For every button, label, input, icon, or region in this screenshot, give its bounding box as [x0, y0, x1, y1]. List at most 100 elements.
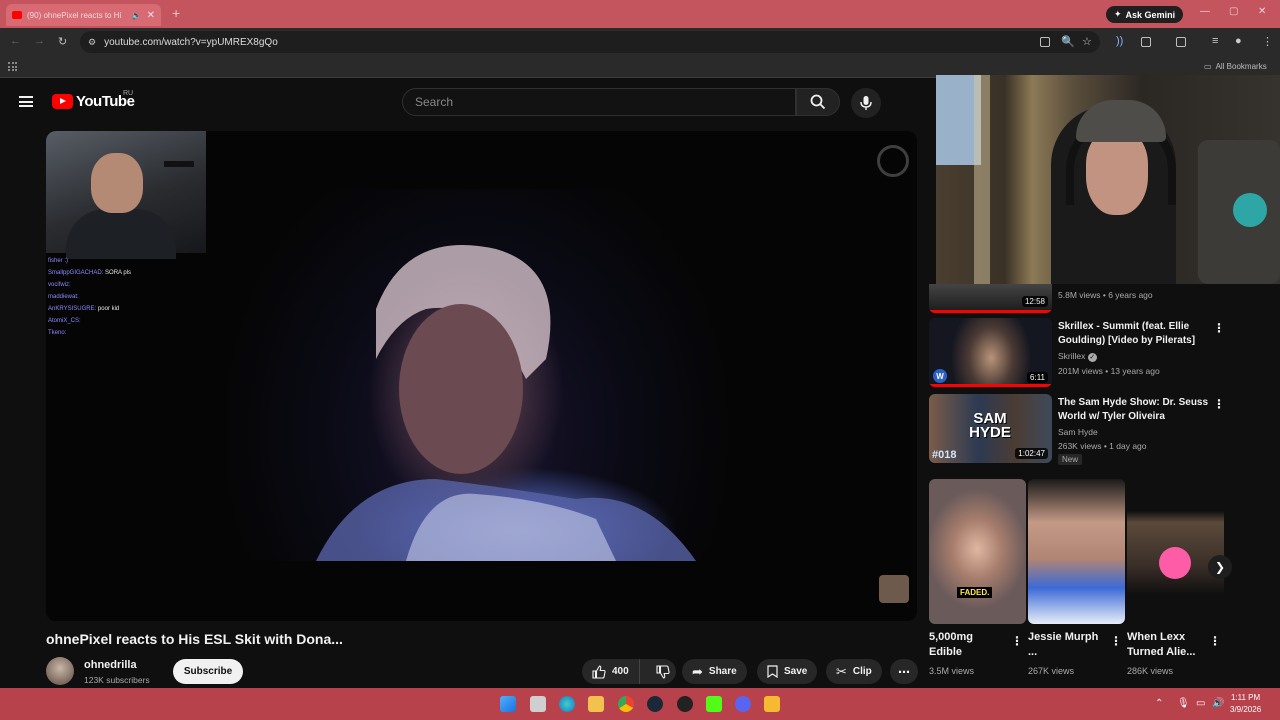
more-options-icon[interactable]: ⋮: [1213, 321, 1225, 335]
shorts-next-button[interactable]: ❯: [1208, 555, 1232, 579]
video-player[interactable]: fisher :) SmallppGIGACHAD: SORA pls voci…: [46, 131, 917, 621]
like-dislike-group: 400: [582, 659, 676, 684]
search-placeholder: Search: [415, 95, 454, 109]
speaker-icon[interactable]: 🔈: [132, 11, 142, 20]
duration-badge: 12:58: [1021, 296, 1048, 307]
forward-icon[interactable]: →: [34, 35, 45, 47]
streamer-webcam-overlay: [46, 131, 206, 259]
short-item[interactable]: Jessie Murph ... 267K views ⋮: [1028, 479, 1125, 676]
video-thumbnail[interactable]: 12:58: [929, 284, 1052, 313]
thumbs-down-icon: [656, 664, 670, 679]
volume-icon[interactable]: 🔊: [1212, 698, 1224, 709]
edge-icon[interactable]: [559, 696, 575, 712]
back-icon[interactable]: ←: [10, 35, 21, 47]
site-settings-icon[interactable]: ⚙: [88, 37, 96, 48]
install-icon[interactable]: [1040, 37, 1050, 47]
short-title[interactable]: Jessie Murph ...: [1028, 630, 1108, 660]
steam-icon[interactable]: [647, 696, 663, 712]
file-explorer-icon[interactable]: [588, 696, 604, 712]
channel-name[interactable]: Skrillex ✓: [1058, 351, 1097, 362]
discord-icon[interactable]: [735, 696, 751, 712]
kick-icon[interactable]: [706, 696, 722, 712]
short-thumbnail[interactable]: [1028, 479, 1125, 624]
reading-list-icon[interactable]: ≡: [1212, 35, 1218, 47]
more-options-icon[interactable]: ⋮: [1110, 634, 1122, 648]
maximize-icon[interactable]: ▢: [1229, 6, 1238, 17]
tab-search-icon[interactable]: [1176, 37, 1186, 47]
video-thumbnail[interactable]: SAM HYDE #018 1:02:47: [929, 394, 1052, 463]
browser-tab[interactable]: (90) ohnePixel reacts to Hi 🔈 ✕: [6, 4, 161, 26]
menu-hamburger-icon[interactable]: [19, 96, 33, 107]
youtube-logo[interactable]: YouTube RU: [52, 90, 135, 110]
chrome-icon[interactable]: [618, 696, 634, 712]
youtube-favicon-icon: [12, 11, 22, 19]
voice-search-button[interactable]: [851, 88, 881, 118]
short-thumbnail[interactable]: FADED.: [929, 479, 1026, 624]
more-options-icon[interactable]: ⋮: [1213, 397, 1225, 411]
cam-lamp: [974, 75, 990, 284]
profile-icon[interactable]: ●: [1235, 35, 1242, 47]
reload-icon[interactable]: ↻: [58, 35, 67, 48]
microphone-tray-icon[interactable]: 🎙: [1177, 698, 1190, 709]
sidebar-video-item[interactable]: SAM HYDE #018 1:02:47 The Sam Hyde Show:…: [929, 394, 1229, 466]
short-item[interactable]: When Lexx Turned Alie... 286K views ⋮: [1127, 479, 1224, 676]
channel-name[interactable]: Sam Hyde: [1058, 427, 1098, 437]
address-bar[interactable]: ⚙ youtube.com/watch?v=ypUMREX8gQo: [80, 31, 1100, 53]
task-view-icon[interactable]: [530, 696, 546, 712]
chat-line: vocifwiz:: [48, 279, 198, 291]
clip-button[interactable]: ✂ Clip: [826, 659, 882, 684]
streamer-camera-overlay: [936, 75, 1280, 284]
more-options-icon[interactable]: ⋮: [1209, 634, 1221, 648]
menu-kebab-icon[interactable]: ⋮: [1262, 35, 1273, 48]
subscriber-count: 123K subscribers: [84, 675, 150, 685]
short-thumbnail[interactable]: [1127, 479, 1224, 624]
gemini-sparkle-icon: ✦: [1114, 9, 1122, 19]
short-title[interactable]: When Lexx Turned Alie...: [1127, 630, 1207, 660]
system-clock[interactable]: 1:11 PM 3/9/2026: [1230, 692, 1261, 716]
chat-line: maddiewat:: [48, 291, 198, 303]
channel-watermark-icon[interactable]: [877, 145, 909, 177]
all-bookmarks-button[interactable]: ▭ All Bookmarks: [1204, 62, 1267, 71]
like-button[interactable]: 400: [582, 659, 640, 684]
app-icon[interactable]: [764, 696, 780, 712]
video-title[interactable]: The Sam Hyde Show: Dr. Seuss World w/ Ty…: [1058, 396, 1218, 424]
search-button[interactable]: [796, 88, 840, 116]
close-window-icon[interactable]: ✕: [1258, 6, 1266, 17]
channel-avatar[interactable]: [46, 657, 74, 685]
video-thumbnail[interactable]: W 6:11: [929, 318, 1052, 387]
obs-icon[interactable]: [677, 696, 693, 712]
sidebar-video-item[interactable]: W 6:11 Skrillex - Summit (feat. Ellie Go…: [929, 318, 1229, 390]
windows-start-icon[interactable]: [500, 696, 516, 712]
share-button[interactable]: ➦ Share: [682, 659, 747, 684]
cast-icon[interactable]: )): [1116, 35, 1123, 47]
tab-title: (90) ohnePixel reacts to Hi: [27, 10, 122, 20]
all-bookmarks-label: All Bookmarks: [1215, 62, 1267, 71]
browser-tab-bar: (90) ohnePixel reacts to Hi 🔈 ✕ + ✦ Ask …: [0, 0, 1280, 28]
save-button[interactable]: Save: [757, 659, 818, 684]
url-text[interactable]: youtube.com/watch?v=ypUMREX8gQo: [104, 37, 278, 48]
chat-user: AtomiX_CS:: [48, 318, 81, 324]
like-count: 400: [612, 666, 629, 677]
extensions-icon[interactable]: [1141, 37, 1151, 47]
more-actions-button[interactable]: ⋯: [890, 659, 918, 684]
tray-chevron-icon[interactable]: ⌃: [1155, 698, 1163, 709]
chat-line: fisher :): [48, 255, 198, 267]
channel-name[interactable]: ohnedrilla: [84, 659, 137, 671]
new-tab-icon[interactable]: +: [172, 5, 180, 21]
apps-grid-icon[interactable]: [8, 62, 18, 72]
zoom-icon[interactable]: 🔍: [1061, 35, 1075, 48]
bookmark-star-icon[interactable]: ☆: [1082, 35, 1092, 48]
short-item[interactable]: FADED. 5,000mg Edible 3.5M views ⋮: [929, 479, 1026, 676]
video-meta: 5.8M views • 6 years ago: [1058, 290, 1153, 300]
more-options-icon[interactable]: ⋮: [1011, 634, 1023, 648]
dislike-button[interactable]: [646, 659, 680, 684]
tab-close-icon[interactable]: ✕: [147, 10, 155, 21]
network-icon[interactable]: ▭: [1196, 698, 1205, 709]
search-input[interactable]: Search: [402, 88, 796, 116]
short-title[interactable]: 5,000mg Edible: [929, 630, 1009, 660]
video-title[interactable]: Skrillex - Summit (feat. Ellie Goulding)…: [1058, 320, 1218, 348]
subscribe-button[interactable]: Subscribe: [173, 659, 243, 684]
sidebar-video-item[interactable]: 12:58 5.8M views • 6 years ago: [929, 284, 1229, 314]
ask-gemini-button[interactable]: ✦ Ask Gemini: [1106, 6, 1184, 23]
minimize-icon[interactable]: —: [1200, 6, 1210, 17]
